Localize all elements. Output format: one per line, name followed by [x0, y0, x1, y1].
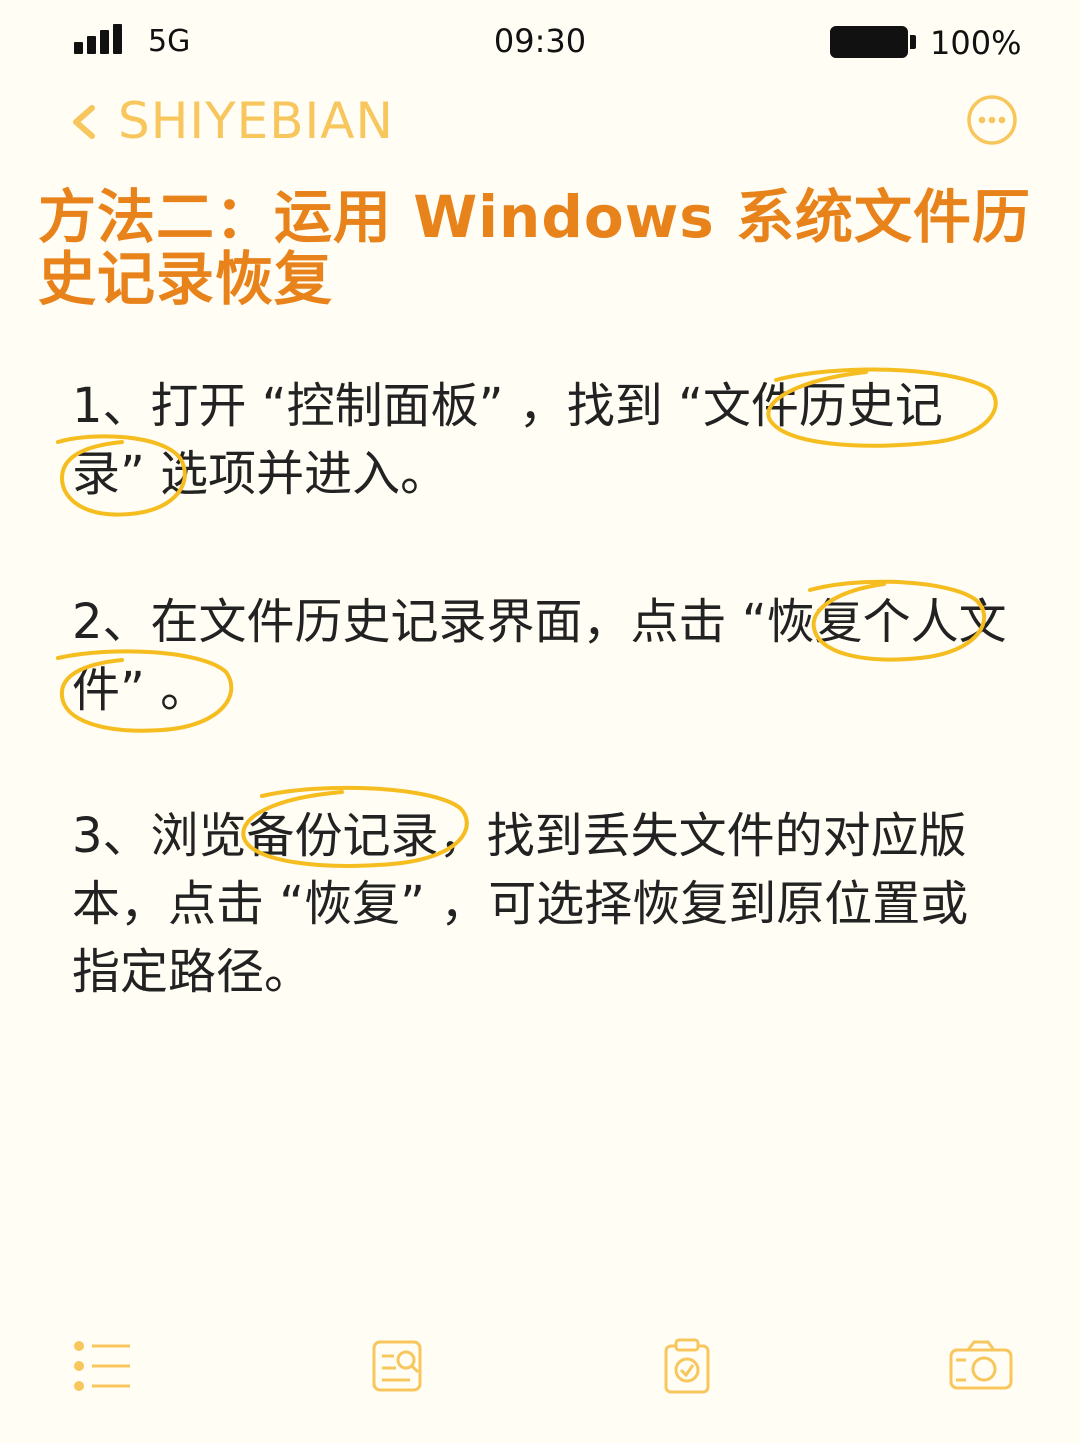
status-time: 09:30	[493, 22, 587, 60]
status-bar: 5G 09:30 100%	[0, 0, 1080, 90]
step-2: 2、在文件历史记录界面，点击 “恢复个人文件” 。	[72, 588, 1012, 724]
list-icon[interactable]	[72, 1338, 134, 1394]
page-heading: 方法二：运用 Windows 系统文件历史记录恢复	[38, 183, 1032, 313]
nav-bar: SHIYEBIAN	[0, 86, 1080, 156]
bottom-toolbar	[0, 1330, 1080, 1410]
camera-icon[interactable]	[948, 1338, 1014, 1392]
step-1: 1、打开 “控制面板” ，找到 “文件历史记录” 选项并进入。	[72, 372, 1012, 508]
step-3: 3、浏览备份记录，找到丢失文件的对应版本，点击 “恢复” ，可选择恢复到原位置或…	[72, 802, 1012, 1006]
nav-title: SHIYEBIAN	[118, 92, 394, 150]
battery-percent: 100%	[930, 24, 1022, 62]
back-chevron-icon[interactable]	[66, 102, 102, 142]
clipboard-check-icon[interactable]	[662, 1338, 712, 1396]
search-doc-icon[interactable]	[370, 1338, 426, 1394]
step-2-text-after: 。	[144, 662, 209, 718]
step-2-text: 2、在文件历史记录界面，点击	[72, 594, 742, 650]
step-1-text: 1、打开 “控制面板” ，找到	[72, 378, 679, 434]
step-1-text-after: 选项并进入。	[144, 446, 449, 502]
step-3-text: 3、浏览	[72, 808, 247, 864]
step-3-highlight: 备份记录	[246, 808, 439, 864]
battery-cap	[910, 35, 916, 49]
more-options-icon[interactable]	[966, 94, 1018, 146]
battery-icon	[830, 26, 908, 58]
